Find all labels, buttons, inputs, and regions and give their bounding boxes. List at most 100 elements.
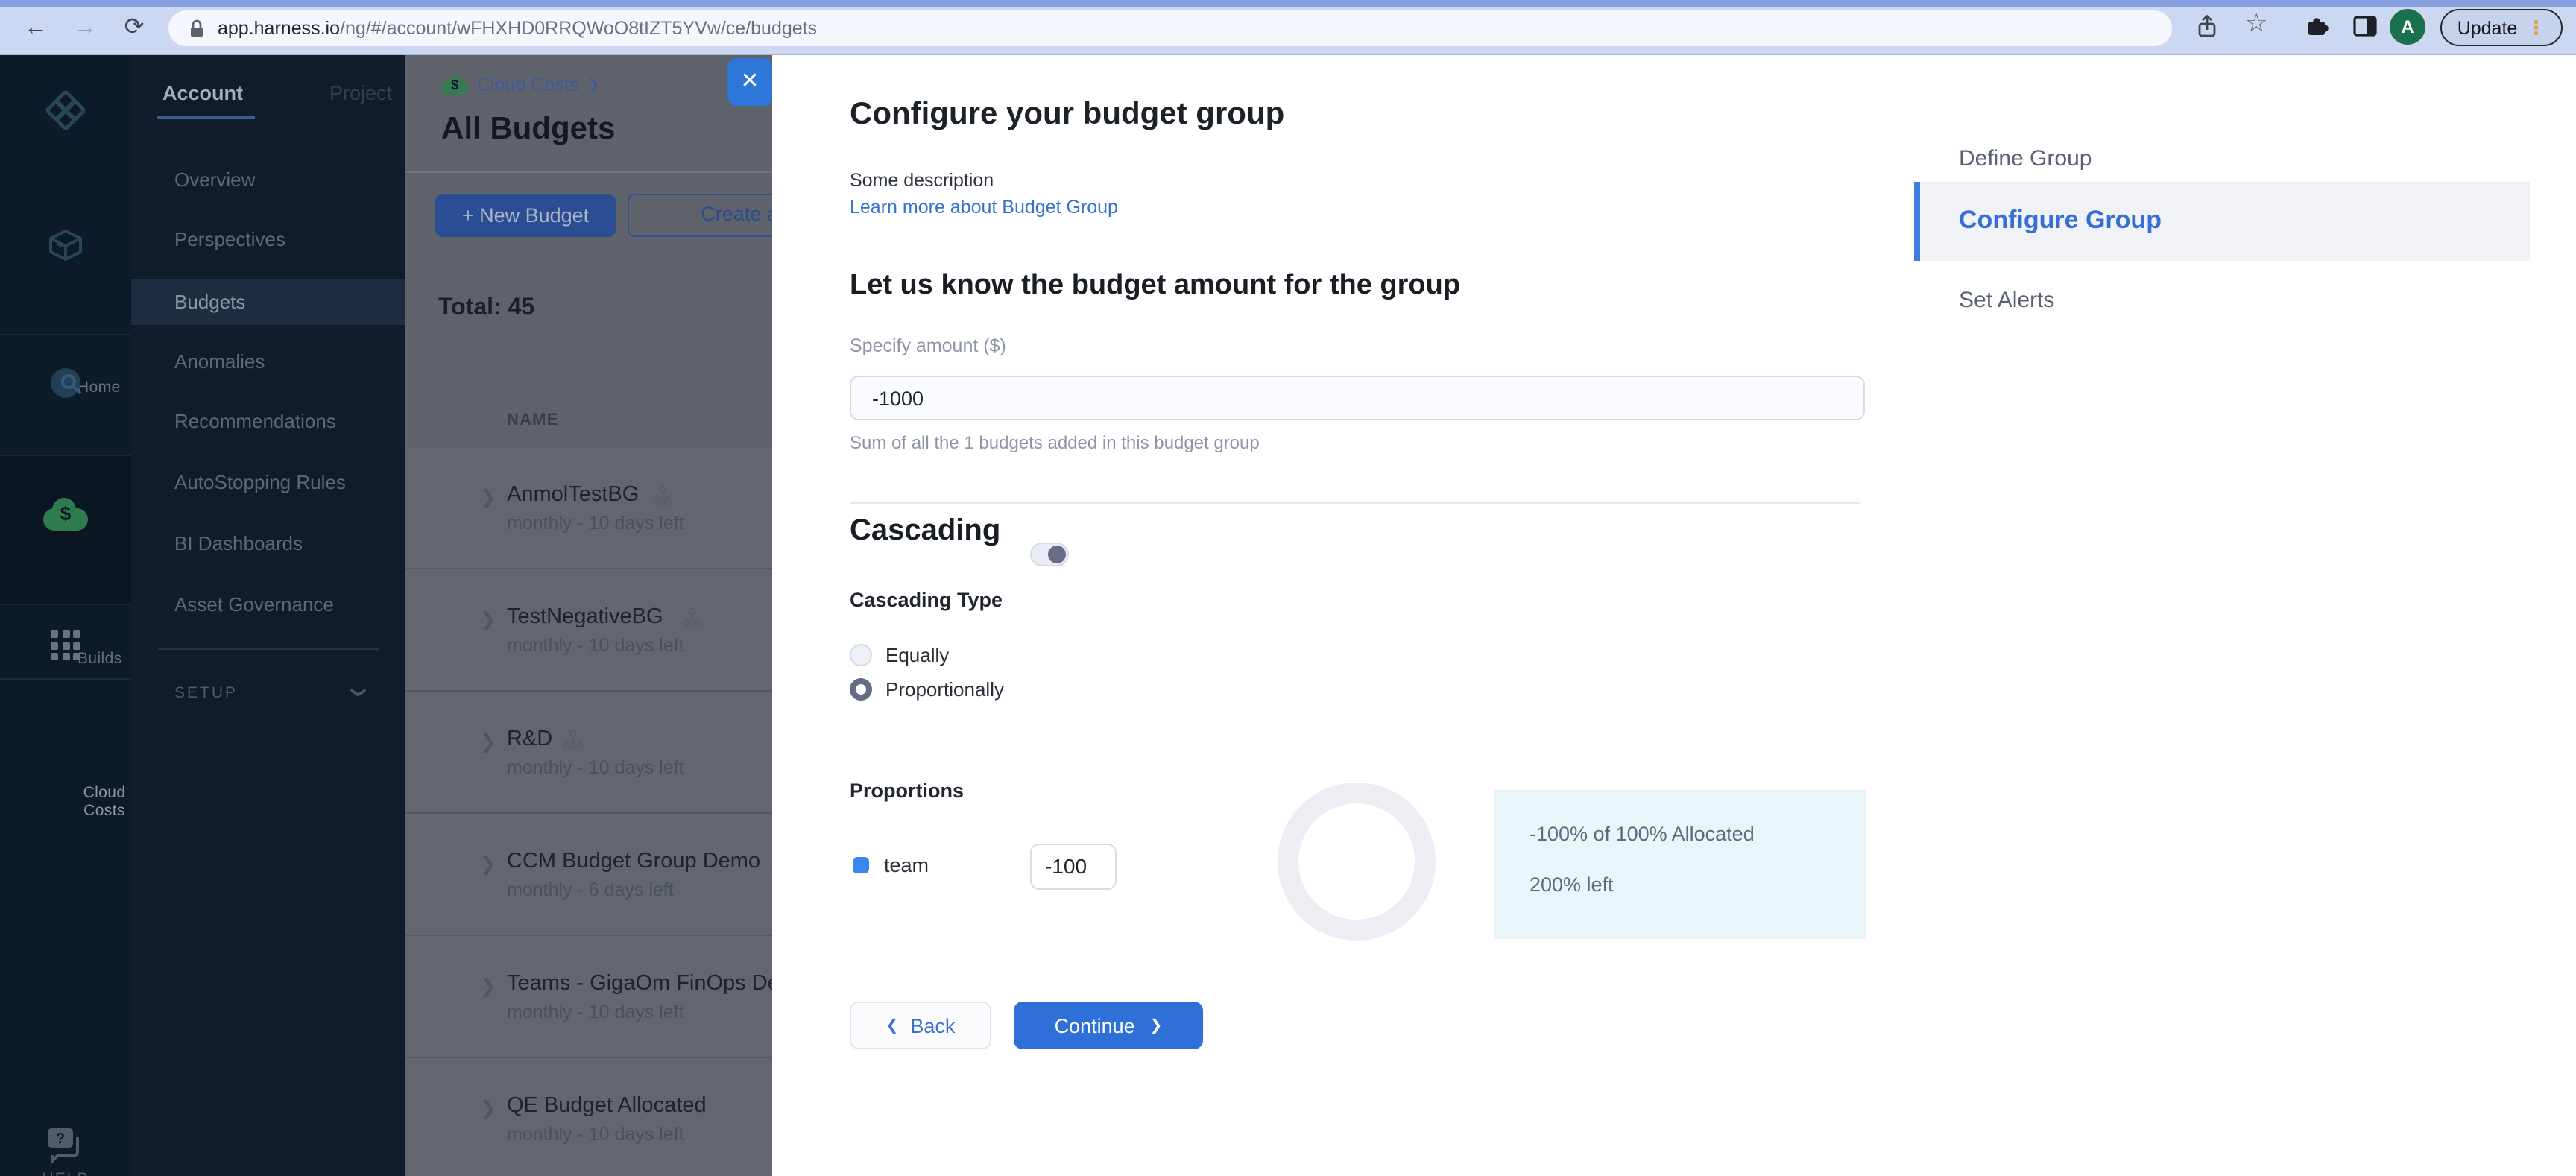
row-expand-chevron-icon[interactable]: ❯ bbox=[480, 853, 496, 876]
continue-button[interactable]: Continue ❯ bbox=[1014, 1002, 1203, 1049]
breadcrumb-separator: ❯ bbox=[587, 77, 600, 93]
amount-input[interactable] bbox=[850, 376, 1865, 420]
new-budget-button[interactable]: + New Budget bbox=[435, 194, 616, 237]
screen: ← → ⟳ app.harness.io/ng/#/account/wFHXHD… bbox=[0, 0, 2576, 1176]
row-expand-chevron-icon[interactable]: ❯ bbox=[480, 1097, 496, 1121]
configure-budget-group-modal: Configure your budget group Some descrip… bbox=[772, 55, 2576, 1176]
cloud-costs-breadcrumb-icon: $ bbox=[441, 75, 468, 95]
active-tab-underline bbox=[157, 116, 255, 119]
bookmark-star-icon[interactable]: ☆ bbox=[2245, 9, 2268, 39]
browser-toolbar: ← → ⟳ app.harness.io/ng/#/account/wFHXHD… bbox=[0, 0, 2576, 55]
sidebar-divider bbox=[0, 455, 131, 456]
tab-project[interactable]: Project bbox=[329, 82, 392, 104]
browser-menu-dots-icon: ⋮ bbox=[2526, 16, 2546, 38]
allocated-text: -100% of 100% Allocated bbox=[1530, 823, 1755, 845]
modal-description: Some description bbox=[850, 170, 994, 191]
url-path: /ng/#/account/wFHXHD0RRQWoO8tIZT5YVw/ce/… bbox=[340, 18, 818, 39]
chrome-update-button[interactable]: Update ⋮ bbox=[2440, 9, 2563, 46]
projects-cube-icon bbox=[49, 230, 82, 261]
budget-name: Teams - GigaOm FinOps De bbox=[507, 972, 780, 996]
radio-label: Equally bbox=[886, 644, 950, 666]
home-icon bbox=[46, 91, 85, 130]
page-title: All Budgets bbox=[441, 112, 616, 146]
browser-reload-button[interactable]: ⟳ bbox=[116, 10, 152, 46]
modal-close-button[interactable]: ✕ bbox=[727, 58, 772, 106]
step-set-alerts[interactable]: Set Alerts bbox=[1959, 288, 2054, 313]
tab-account[interactable]: Account bbox=[162, 82, 243, 104]
sidebar-divider bbox=[0, 334, 131, 335]
step-configure-group[interactable]: Configure Group bbox=[1914, 182, 2530, 261]
back-label: Back bbox=[910, 1014, 956, 1037]
budget-meta: monthly - 6 days left bbox=[507, 879, 674, 900]
help-button[interactable]: ? HELP bbox=[0, 1125, 131, 1176]
breadcrumb-label: Cloud Costs bbox=[477, 75, 579, 95]
proportion-value-input[interactable]: -100 bbox=[1030, 844, 1117, 890]
sidebar-item-budgets[interactable]: Budgets bbox=[131, 279, 405, 325]
modal-title: Configure your budget group bbox=[850, 97, 1285, 131]
amount-label: Specify amount ($) bbox=[850, 335, 1006, 356]
step-define-group[interactable]: Define Group bbox=[1959, 146, 2092, 171]
section-divider bbox=[850, 502, 1860, 504]
row-expand-chevron-icon[interactable]: ❯ bbox=[480, 608, 496, 632]
sidebar-item-anomalies[interactable]: Anomalies bbox=[131, 338, 405, 385]
allocation-summary-box: -100% of 100% Allocated 200% left bbox=[1494, 790, 1866, 939]
address-bar[interactable]: app.harness.io/ng/#/account/wFHXHD0RRQWo… bbox=[168, 10, 2172, 46]
sidebar-divider bbox=[0, 678, 131, 680]
amount-section-heading: Let us know the budget amount for the gr… bbox=[850, 270, 1461, 301]
sidebar-item-perspectives[interactable]: Perspectives bbox=[131, 216, 405, 262]
sidebar-item-home[interactable]: Home bbox=[0, 91, 131, 396]
row-expand-chevron-icon[interactable]: ❯ bbox=[480, 730, 496, 754]
total-count: Total: 45 bbox=[438, 295, 535, 320]
svg-text:?: ? bbox=[56, 1131, 65, 1147]
sidebar-item-asset-governance[interactable]: Asset Governance bbox=[131, 581, 405, 627]
toggle-knob bbox=[1048, 546, 1066, 563]
chevron-down-icon: ❯ bbox=[350, 686, 367, 699]
row-expand-chevron-icon[interactable]: ❯ bbox=[480, 486, 496, 510]
row-expand-chevron-icon[interactable]: ❯ bbox=[480, 975, 496, 999]
update-label: Update bbox=[2457, 17, 2518, 38]
budget-meta: monthly - 10 days left bbox=[507, 1124, 684, 1145]
browser-tabstrip bbox=[0, 0, 2576, 7]
browser-avatar[interactable]: A bbox=[2390, 9, 2425, 45]
setup-section-toggle[interactable]: SETUP ❯ bbox=[131, 678, 405, 714]
browser-forward-button[interactable]: → bbox=[67, 10, 103, 46]
side-panel-icon[interactable] bbox=[2352, 13, 2378, 39]
help-chat-icon: ? bbox=[48, 1128, 79, 1164]
proportion-entry: team bbox=[853, 854, 929, 876]
radio-proportionally[interactable]: Proportionally bbox=[850, 678, 1004, 701]
share-icon[interactable] bbox=[2194, 13, 2220, 40]
sidebar-item-bi-dashboards[interactable]: BI Dashboards bbox=[131, 520, 405, 566]
proportion-value: -100 bbox=[1045, 854, 1087, 878]
browser-back-button[interactable]: ← bbox=[18, 10, 54, 46]
sidebar-item-recommendations[interactable]: Recommendations bbox=[131, 398, 405, 444]
radio-equally[interactable]: Equally bbox=[850, 644, 949, 666]
breadcrumb[interactable]: $ Cloud Costs ❯ bbox=[441, 75, 600, 95]
close-icon: ✕ bbox=[740, 69, 760, 94]
app-viewport: Home Projects Builds $ Cloud Costs bbox=[0, 55, 2576, 1176]
continue-label: Continue bbox=[1054, 1014, 1135, 1037]
cascading-toggle[interactable] bbox=[1030, 543, 1069, 566]
learn-more-link[interactable]: Learn more about Budget Group bbox=[850, 197, 1118, 218]
dollar-glyph: $ bbox=[60, 502, 72, 525]
active-step-label: Configure Group bbox=[1959, 206, 2162, 234]
extensions-puzzle-icon[interactable] bbox=[2305, 13, 2330, 39]
sidebar-item-autostopping-rules[interactable]: AutoStopping Rules bbox=[131, 459, 405, 505]
apps-grid-icon bbox=[51, 630, 80, 660]
sidebar-divider bbox=[0, 604, 131, 605]
back-button[interactable]: ❮ Back bbox=[850, 1002, 991, 1049]
budget-name: AnmolTestBG bbox=[507, 483, 640, 507]
lock-icon bbox=[188, 19, 206, 38]
left-text: 200% left bbox=[1530, 873, 1614, 896]
sidebar-item-overview[interactable]: Overview bbox=[131, 157, 405, 203]
budget-group-tree-icon bbox=[682, 607, 703, 627]
cloud-costs-icon: $ bbox=[40, 496, 91, 535]
sidebar-item-projects[interactable]: Projects bbox=[0, 227, 136, 532]
radio-on-icon bbox=[850, 678, 872, 701]
sidebar-item-cloud-costs[interactable]: $ Cloud Costs bbox=[0, 496, 131, 820]
nav-divider bbox=[158, 648, 379, 650]
radio-label: Proportionally bbox=[886, 678, 1004, 701]
table-header-name: NAME bbox=[507, 411, 559, 429]
module-picker-button[interactable] bbox=[0, 619, 131, 660]
chevron-right-icon: ❯ bbox=[1149, 1017, 1163, 1034]
sidebar-item-builds[interactable]: Builds bbox=[0, 362, 131, 668]
